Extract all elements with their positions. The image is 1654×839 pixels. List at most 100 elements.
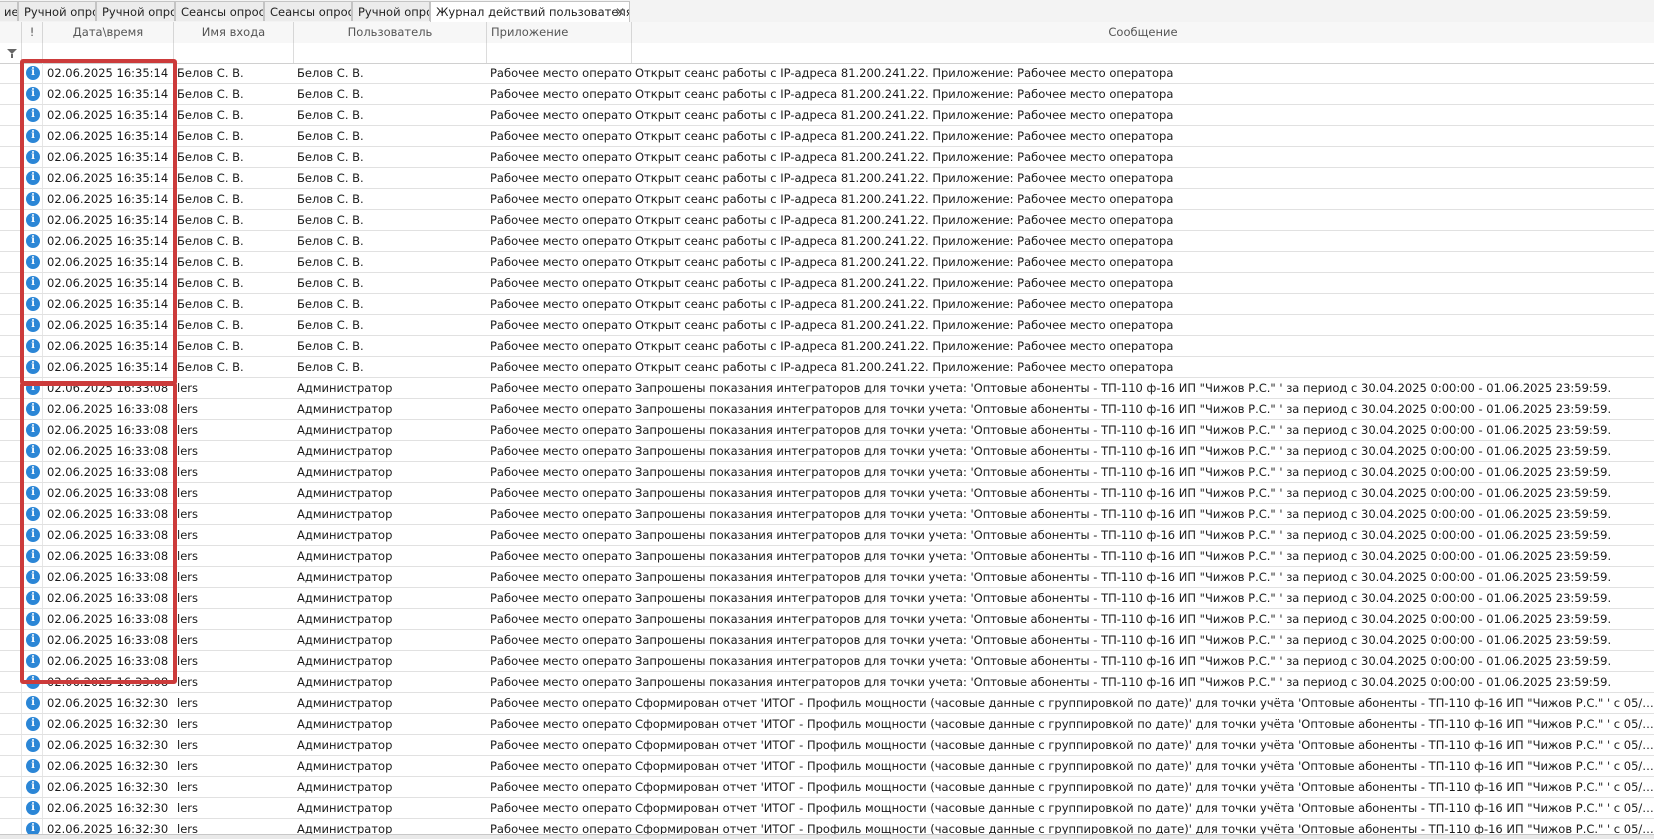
login-cell[interactable]: lers bbox=[174, 483, 294, 503]
login-cell[interactable]: Белов С. В. bbox=[174, 231, 294, 251]
login-cell[interactable]: lers bbox=[174, 735, 294, 755]
application-cell[interactable]: Рабочее место оператора bbox=[487, 798, 632, 818]
user-cell[interactable]: Администратор bbox=[294, 819, 487, 834]
datetime-cell[interactable]: 02.06.2025 16:35:14 bbox=[43, 147, 174, 167]
message-cell[interactable]: Запрошены показания интеграторов для точ… bbox=[632, 651, 1654, 671]
user-cell[interactable]: Администратор bbox=[294, 609, 487, 629]
user-cell[interactable]: Белов С. В. bbox=[294, 210, 487, 230]
table-row[interactable]: i 02.06.2025 16:33:08 lers Администратор Раб… bbox=[0, 504, 1654, 525]
application-cell[interactable]: Рабочее место оператора bbox=[487, 672, 632, 692]
message-cell[interactable]: Открыт сеанс работы с IP-адреса 81.200.2… bbox=[632, 273, 1654, 293]
header-message[interactable]: Сообщение bbox=[632, 22, 1654, 43]
user-cell[interactable]: Белов С. В. bbox=[294, 357, 487, 377]
filter-message[interactable] bbox=[632, 43, 1654, 63]
application-cell[interactable]: Рабочее место оператора bbox=[487, 630, 632, 650]
message-cell[interactable]: Открыт сеанс работы с IP-адреса 81.200.2… bbox=[632, 252, 1654, 272]
login-cell[interactable]: lers bbox=[174, 672, 294, 692]
login-cell[interactable]: lers bbox=[174, 378, 294, 398]
application-cell[interactable]: Рабочее место оператора bbox=[487, 735, 632, 755]
application-cell[interactable]: Рабочее место оператора bbox=[487, 483, 632, 503]
message-cell[interactable]: Запрошены показания интеграторов для точ… bbox=[632, 567, 1654, 587]
datetime-cell[interactable]: 02.06.2025 16:33:08 bbox=[43, 672, 174, 692]
datetime-cell[interactable]: 02.06.2025 16:33:08 bbox=[43, 651, 174, 671]
table-row[interactable]: i 02.06.2025 16:33:08 lers Администратор Раб… bbox=[0, 420, 1654, 441]
login-cell[interactable]: lers bbox=[174, 525, 294, 545]
login-cell[interactable]: lers bbox=[174, 651, 294, 671]
tab-poll-sessions-1[interactable]: Сеансы опроса bbox=[175, 1, 264, 21]
login-cell[interactable]: Белов С. В. bbox=[174, 168, 294, 188]
datetime-cell[interactable]: 02.06.2025 16:35:14 bbox=[43, 252, 174, 272]
table-row[interactable]: i 02.06.2025 16:33:08 lers Администратор Раб… bbox=[0, 609, 1654, 630]
tab-manual-poll-3[interactable]: Ручной опрос bbox=[352, 1, 430, 21]
table-row[interactable]: i 02.06.2025 16:35:14 Белов С. В. Белов С. … bbox=[0, 147, 1654, 168]
datetime-cell[interactable]: 02.06.2025 16:33:08 bbox=[43, 462, 174, 482]
login-cell[interactable]: lers bbox=[174, 630, 294, 650]
table-row[interactable]: i 02.06.2025 16:33:08 lers Администратор Раб… bbox=[0, 378, 1654, 399]
table-row[interactable]: i 02.06.2025 16:35:14 Белов С. В. Белов С. … bbox=[0, 336, 1654, 357]
table-row[interactable]: i 02.06.2025 16:32:30 lers Администратор Раб… bbox=[0, 777, 1654, 798]
message-cell[interactable]: Запрошены показания интеграторов для точ… bbox=[632, 588, 1654, 608]
message-cell[interactable]: Запрошены показания интеграторов для точ… bbox=[632, 609, 1654, 629]
login-cell[interactable]: lers bbox=[174, 441, 294, 461]
application-cell[interactable]: Рабочее место оператора bbox=[487, 105, 632, 125]
application-cell[interactable]: Рабочее место оператора bbox=[487, 147, 632, 167]
datetime-cell[interactable]: 02.06.2025 16:32:30 bbox=[43, 756, 174, 776]
table-row[interactable]: i 02.06.2025 16:32:30 lers Администратор Раб… bbox=[0, 735, 1654, 756]
user-cell[interactable]: Администратор bbox=[294, 504, 487, 524]
user-cell[interactable]: Белов С. В. bbox=[294, 105, 487, 125]
filter-application[interactable] bbox=[487, 43, 632, 63]
user-cell[interactable]: Белов С. В. bbox=[294, 294, 487, 314]
login-cell[interactable]: Белов С. В. bbox=[174, 315, 294, 335]
user-cell[interactable]: Администратор bbox=[294, 735, 487, 755]
application-cell[interactable]: Рабочее место оператора bbox=[487, 588, 632, 608]
header-login[interactable]: Имя входа bbox=[174, 22, 294, 43]
login-cell[interactable]: Белов С. В. bbox=[174, 84, 294, 104]
login-cell[interactable]: lers bbox=[174, 714, 294, 734]
application-cell[interactable]: Рабочее место оператора bbox=[487, 693, 632, 713]
login-cell[interactable]: lers bbox=[174, 567, 294, 587]
application-cell[interactable]: Рабочее место оператора bbox=[487, 84, 632, 104]
datetime-cell[interactable]: 02.06.2025 16:33:08 bbox=[43, 483, 174, 503]
datetime-cell[interactable]: 02.06.2025 16:33:08 bbox=[43, 588, 174, 608]
application-cell[interactable]: Рабочее место оператора bbox=[487, 819, 632, 834]
login-cell[interactable]: lers bbox=[174, 819, 294, 834]
application-cell[interactable]: Рабочее место оператора bbox=[487, 168, 632, 188]
login-cell[interactable]: lers bbox=[174, 693, 294, 713]
header-datetime[interactable]: Дата\время bbox=[43, 22, 174, 43]
table-row[interactable]: i 02.06.2025 16:35:14 Белов С. В. Белов С. … bbox=[0, 210, 1654, 231]
user-cell[interactable]: Администратор bbox=[294, 714, 487, 734]
application-cell[interactable]: Рабочее место оператора bbox=[487, 462, 632, 482]
message-cell[interactable]: Сформирован отчет 'ИТОГ - Профиль мощнос… bbox=[632, 819, 1654, 834]
datetime-cell[interactable]: 02.06.2025 16:33:08 bbox=[43, 378, 174, 398]
table-row[interactable]: i 02.06.2025 16:35:14 Белов С. В. Белов С. … bbox=[0, 273, 1654, 294]
user-cell[interactable]: Белов С. В. bbox=[294, 315, 487, 335]
application-cell[interactable]: Рабочее место оператора bbox=[487, 189, 632, 209]
application-cell[interactable]: Рабочее место оператора bbox=[487, 378, 632, 398]
user-cell[interactable]: Администратор bbox=[294, 798, 487, 818]
table-row[interactable]: i 02.06.2025 16:33:08 lers Администратор Раб… bbox=[0, 588, 1654, 609]
user-cell[interactable]: Администратор bbox=[294, 462, 487, 482]
table-row[interactable]: i 02.06.2025 16:35:14 Белов С. В. Белов С. … bbox=[0, 231, 1654, 252]
application-cell[interactable]: Рабочее место оператора bbox=[487, 504, 632, 524]
login-cell[interactable]: lers bbox=[174, 504, 294, 524]
table-row[interactable]: i 02.06.2025 16:35:14 Белов С. В. Белов С. … bbox=[0, 252, 1654, 273]
horizontal-scrollbar[interactable] bbox=[0, 834, 1654, 839]
message-cell[interactable]: Открыт сеанс работы с IP-адреса 81.200.2… bbox=[632, 126, 1654, 146]
message-cell[interactable]: Открыт сеанс работы с IP-адреса 81.200.2… bbox=[632, 105, 1654, 125]
datetime-cell[interactable]: 02.06.2025 16:35:14 bbox=[43, 168, 174, 188]
datetime-cell[interactable]: 02.06.2025 16:35:14 bbox=[43, 84, 174, 104]
user-cell[interactable]: Администратор bbox=[294, 567, 487, 587]
user-cell[interactable]: Белов С. В. bbox=[294, 63, 487, 83]
datetime-cell[interactable]: 02.06.2025 16:35:14 bbox=[43, 105, 174, 125]
message-cell[interactable]: Запрошены показания интеграторов для точ… bbox=[632, 525, 1654, 545]
tab-user-action-log[interactable]: Журнал действий пользователя ✕ bbox=[430, 1, 630, 23]
user-cell[interactable]: Администратор bbox=[294, 399, 487, 419]
user-cell[interactable]: Белов С. В. bbox=[294, 336, 487, 356]
application-cell[interactable]: Рабочее место оператора bbox=[487, 294, 632, 314]
user-cell[interactable]: Администратор bbox=[294, 546, 487, 566]
application-cell[interactable]: Рабочее место оператора bbox=[487, 420, 632, 440]
table-row[interactable]: i 02.06.2025 16:32:30 lers Администратор Раб… bbox=[0, 819, 1654, 834]
datetime-cell[interactable]: 02.06.2025 16:32:30 bbox=[43, 735, 174, 755]
user-cell[interactable]: Администратор bbox=[294, 441, 487, 461]
datetime-cell[interactable]: 02.06.2025 16:32:30 bbox=[43, 819, 174, 834]
